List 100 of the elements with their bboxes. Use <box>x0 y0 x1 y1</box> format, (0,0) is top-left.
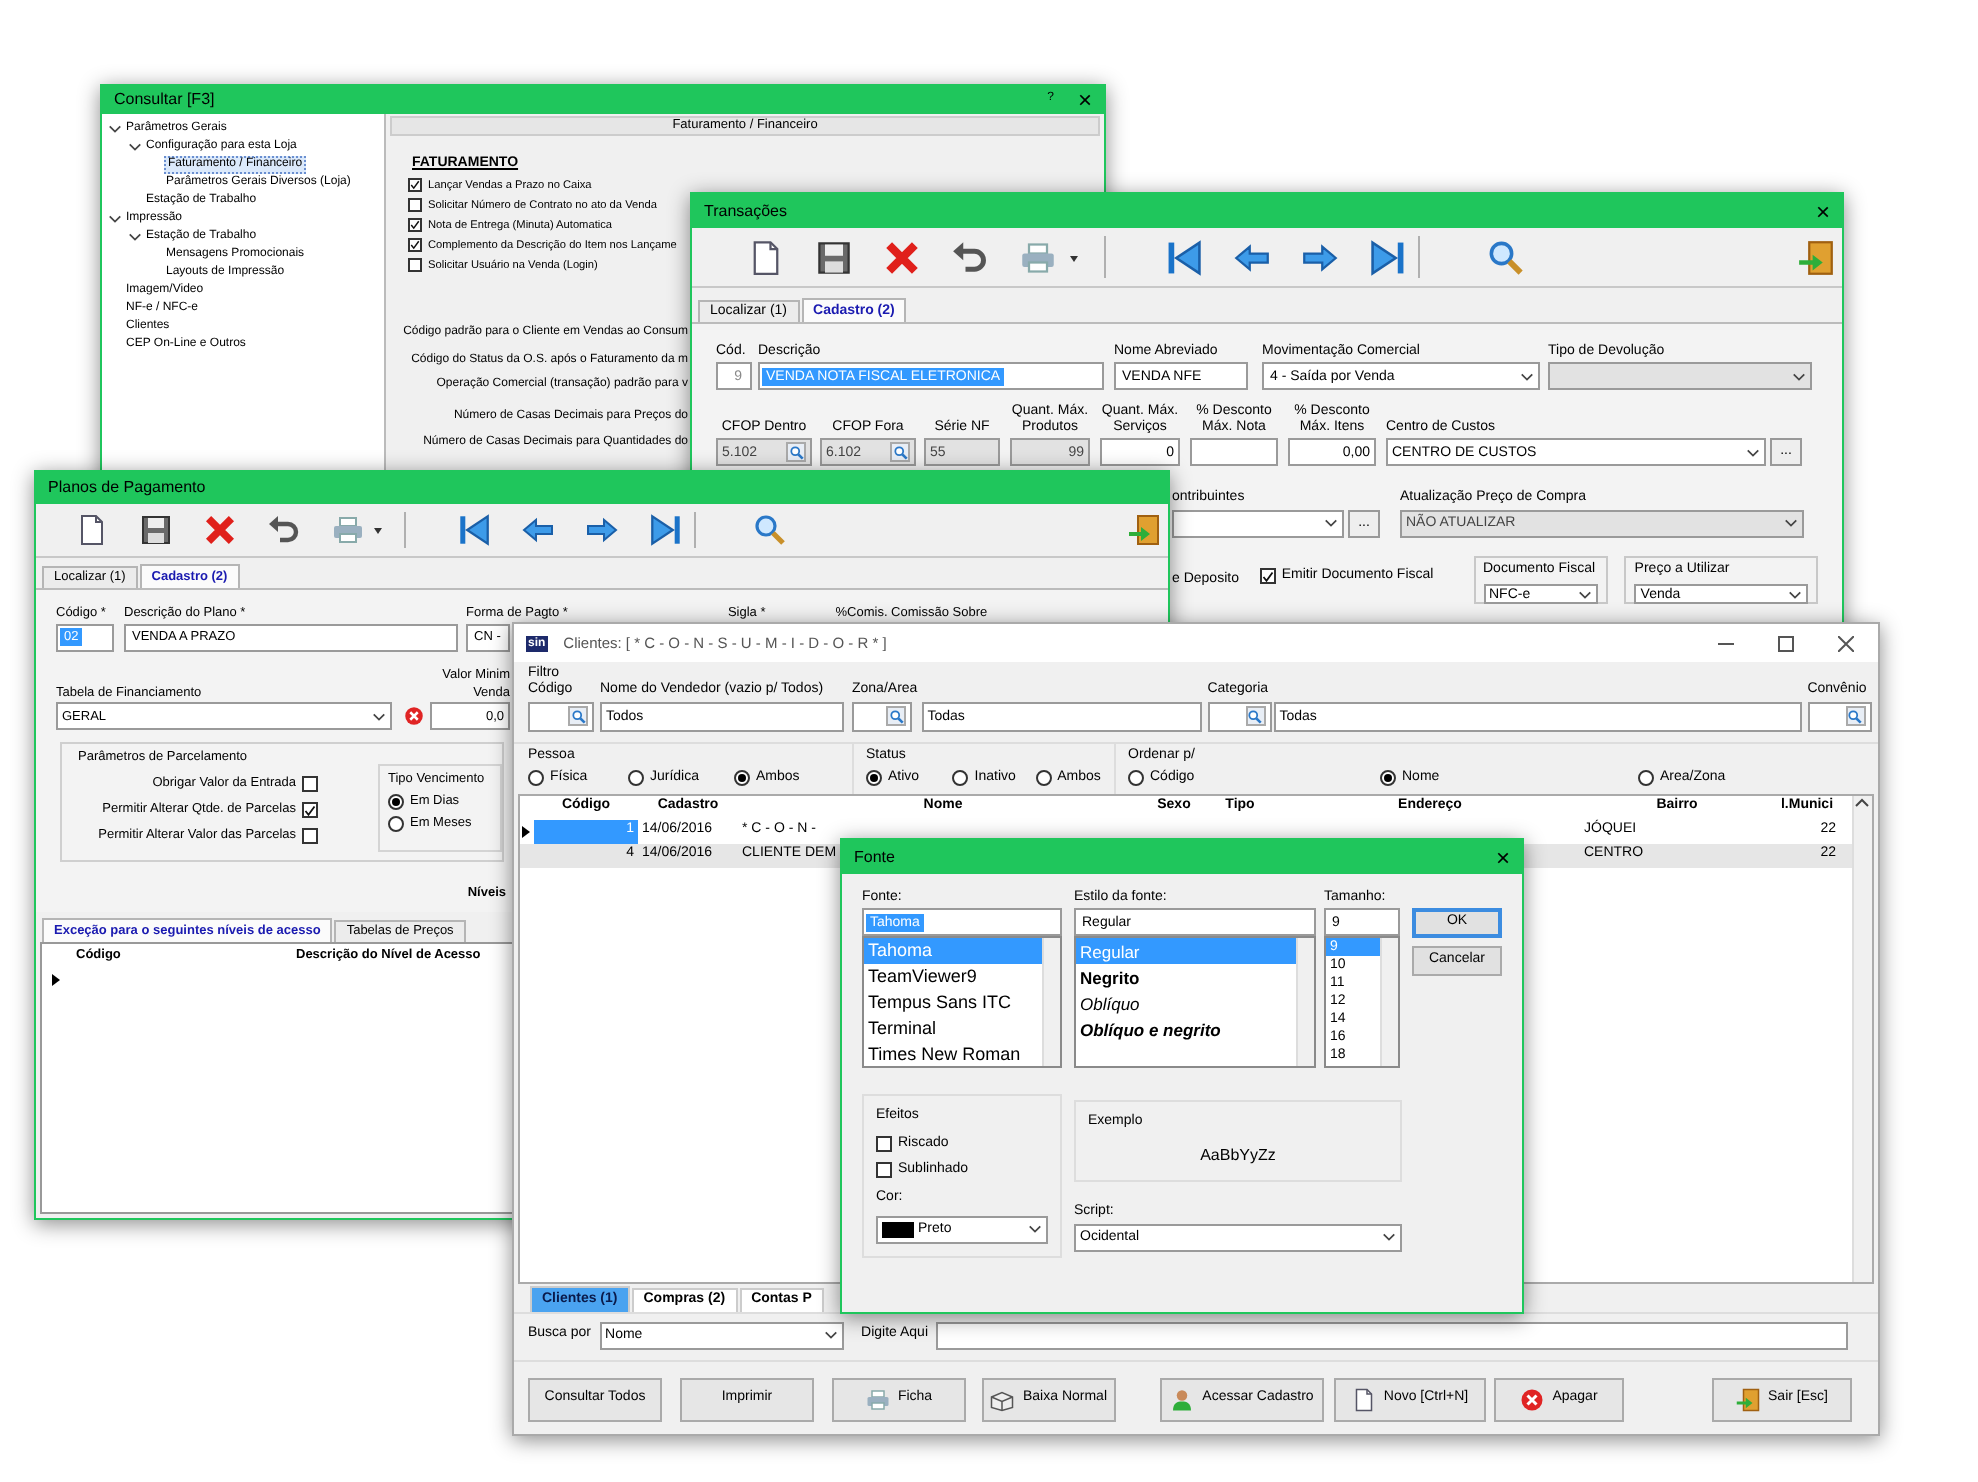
window-title: Transações <box>704 201 789 221</box>
list-item[interactable]: Oblíquo e negrito <box>1076 1016 1296 1043</box>
magnifier-icon <box>889 709 903 724</box>
chevron-down-icon <box>1746 445 1760 460</box>
row-pointer-icon <box>522 825 530 838</box>
checkbox[interactable] <box>408 258 422 273</box>
magnifier-icon <box>893 445 907 460</box>
lookup-button[interactable] <box>1845 706 1866 727</box>
close-icon[interactable] <box>1838 635 1854 651</box>
arrow-left-icon[interactable] <box>522 514 554 546</box>
radio-button[interactable] <box>1128 770 1144 787</box>
list-item[interactable]: TeamViewer9 <box>864 964 1042 991</box>
input-field[interactable] <box>1207 701 1272 732</box>
sample-text: AaBbYyZz <box>1200 1145 1276 1165</box>
chevron-down-icon <box>372 709 386 724</box>
magnifier-icon <box>1248 709 1263 724</box>
radio-button[interactable] <box>388 794 404 811</box>
chevron-down-icon <box>823 1328 838 1343</box>
radio-button[interactable] <box>628 770 644 787</box>
undo-icon[interactable] <box>952 239 988 275</box>
input-field[interactable] <box>852 701 912 732</box>
radio-button[interactable] <box>1035 770 1052 787</box>
skip-back-icon[interactable] <box>1166 239 1202 275</box>
checkbox[interactable] <box>408 198 422 213</box>
input-field[interactable] <box>1190 438 1278 467</box>
radio-button[interactable] <box>1638 770 1654 787</box>
row-pointer-icon <box>52 974 60 986</box>
chevron-down-icon <box>1520 369 1534 384</box>
document-icon[interactable] <box>748 239 784 275</box>
checkbox[interactable] <box>876 1135 892 1152</box>
search-icon[interactable] <box>1488 239 1524 275</box>
chevron-down-icon <box>1578 587 1593 602</box>
input-field[interactable] <box>1807 701 1872 732</box>
lookup-button[interactable] <box>886 706 906 727</box>
chevron-down-icon <box>1028 1222 1042 1237</box>
door-exit-icon[interactable] <box>1128 514 1160 546</box>
chevron-down-icon <box>1792 369 1806 384</box>
arrow-left-icon[interactable] <box>1234 239 1270 275</box>
cross-icon[interactable] <box>884 239 920 275</box>
cross-icon[interactable] <box>204 514 236 546</box>
radio-button[interactable] <box>388 816 404 833</box>
checkbox[interactable] <box>408 238 422 253</box>
scrollbar <box>1042 938 1060 1067</box>
input-field[interactable] <box>528 701 594 732</box>
skip-forward-icon[interactable] <box>650 514 682 546</box>
undo-icon[interactable] <box>268 514 300 546</box>
chevron-down-icon <box>1324 516 1338 531</box>
magnifier-icon <box>789 445 803 460</box>
color-swatch <box>882 1221 914 1238</box>
radio-button[interactable] <box>1380 770 1396 787</box>
window-title: Fonte <box>854 847 897 867</box>
caret-icon[interactable] <box>372 524 384 536</box>
close-button[interactable]: × <box>1495 845 1510 869</box>
radio-button[interactable] <box>528 770 544 787</box>
radio-button[interactable] <box>952 770 969 787</box>
search-icon[interactable] <box>754 514 786 546</box>
person-icon <box>1170 1387 1195 1412</box>
close-button[interactable]: × <box>1815 199 1830 223</box>
lookup-button[interactable] <box>568 706 588 727</box>
dropdown[interactable] <box>1172 509 1344 538</box>
checkbox[interactable] <box>302 828 318 845</box>
scrollbar <box>1380 938 1398 1067</box>
checkbox[interactable] <box>1259 568 1276 585</box>
maximize-icon[interactable] <box>1778 635 1794 651</box>
magnifier-icon <box>1848 709 1863 724</box>
input-field[interactable] <box>936 1321 1848 1350</box>
checkbox[interactable] <box>302 776 318 793</box>
arrow-right-icon[interactable] <box>1302 239 1338 275</box>
list-item[interactable]: Terminal <box>864 1016 1042 1043</box>
arrow-right-icon[interactable] <box>586 514 618 546</box>
radio-button[interactable] <box>866 770 882 787</box>
chevron-up-icon[interactable] <box>1854 795 1870 808</box>
document-icon[interactable] <box>76 514 108 546</box>
skip-back-icon[interactable] <box>458 514 490 546</box>
window-title: Consultar [F3] <box>114 90 217 110</box>
list-item[interactable]: Oblíquo <box>1076 990 1296 1017</box>
printer-icon <box>865 1387 890 1412</box>
clear-button[interactable] <box>404 706 424 727</box>
chevron-down-icon <box>1784 516 1798 531</box>
lookup-button[interactable] <box>1245 706 1266 727</box>
box-icon <box>990 1387 1015 1412</box>
skip-forward-icon[interactable] <box>1370 239 1406 275</box>
radio-button[interactable] <box>734 770 750 787</box>
chevron-down-icon <box>1382 1230 1396 1245</box>
checkbox[interactable] <box>408 178 422 193</box>
document-icon <box>1351 1387 1376 1412</box>
window-title: Planos de Pagamento <box>48 478 208 498</box>
door-exit-icon[interactable] <box>1798 239 1834 275</box>
cross-circle-icon <box>404 706 424 727</box>
door-exit-icon <box>1736 1387 1761 1412</box>
caret-icon[interactable] <box>1068 251 1080 263</box>
scrollbar <box>1296 938 1314 1067</box>
close-button[interactable]: × <box>1077 88 1092 112</box>
checkbox[interactable] <box>876 1162 892 1179</box>
list-item[interactable]: Negrito <box>1076 964 1296 991</box>
list-item[interactable]: Times New Roman <box>864 1042 1042 1067</box>
chevron-down-icon <box>1788 587 1802 602</box>
list-item[interactable]: Tempus Sans ITC <box>864 990 1042 1017</box>
checkbox[interactable] <box>302 802 318 819</box>
checkbox[interactable] <box>408 218 422 233</box>
